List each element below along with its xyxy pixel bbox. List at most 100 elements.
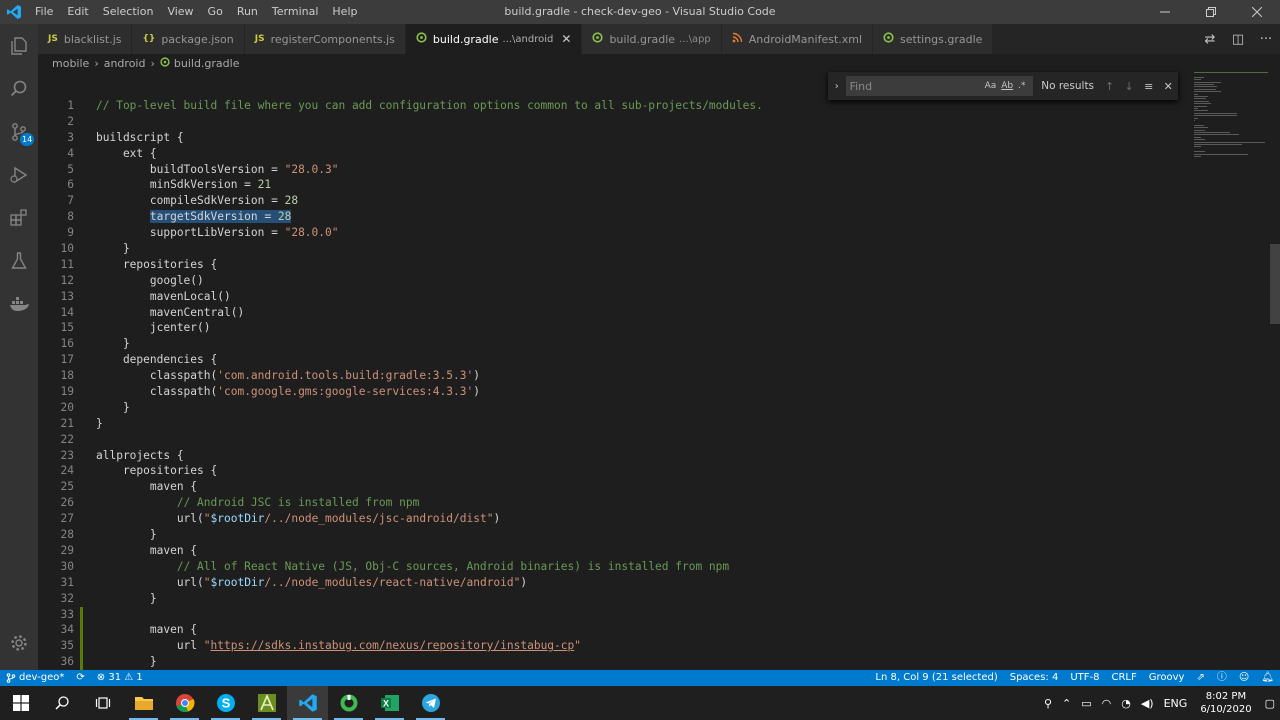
whole-word-toggle[interactable]: Ab <box>1001 81 1013 91</box>
open-changes-icon[interactable]: ⇄ <box>1196 32 1224 47</box>
code-line[interactable]: 14 mavenCentral() <box>38 305 1188 321</box>
volume-icon[interactable]: ◀) <box>1136 697 1159 710</box>
code-line[interactable]: 16 } <box>38 336 1188 352</box>
previous-match-arrow-up-icon[interactable]: ↑ <box>1100 80 1120 93</box>
find-in-selection-icon[interactable]: ≡ <box>1139 80 1159 93</box>
android-studio-icon[interactable] <box>246 686 287 720</box>
run-debug-icon[interactable] <box>0 153 38 196</box>
chrome-icon[interactable] <box>164 686 205 720</box>
code-line[interactable]: 3 buildscript { <box>38 130 1188 146</box>
code-line[interactable]: 35 url "https://sdks.instabug.com/nexus/… <box>38 638 1188 655</box>
next-match-arrow-down-icon[interactable]: ↓ <box>1119 80 1139 93</box>
code-line[interactable]: 12 google() <box>38 273 1188 289</box>
code-line[interactable]: 6 minSdkVersion = 21 <box>38 177 1188 193</box>
tab-build-gradle-android[interactable]: build.gradle ...\android ✕ <box>405 24 583 54</box>
clock[interactable]: 8:02 PM 6/10/2020 <box>1192 690 1259 716</box>
tab-package-json[interactable]: {} package.json <box>132 24 245 54</box>
regex-toggle[interactable]: .* <box>1018 81 1025 91</box>
breadcrumb-item-mobile[interactable]: mobile <box>52 57 89 70</box>
code-line[interactable]: 25 maven { <box>38 479 1188 495</box>
search-icon[interactable] <box>41 686 82 720</box>
code-line[interactable]: 32 } <box>38 591 1188 607</box>
find-input[interactable] <box>849 79 980 93</box>
code-line[interactable]: 17 dependencies { <box>38 352 1188 368</box>
minimize-button[interactable] <box>1142 0 1188 24</box>
indentation[interactable]: Spaces: 4 <box>1004 670 1065 686</box>
split-editor-icon[interactable]: ◫ <box>1224 32 1252 47</box>
network-icon[interactable]: ◠ <box>1097 697 1117 710</box>
breadcrumb-item-build-gradle[interactable]: build.gradle <box>174 57 240 70</box>
code-line[interactable]: 26 // Android JSC is installed from npm <box>38 495 1188 511</box>
sync-icon[interactable]: ⟳ <box>70 670 90 686</box>
breadcrumb-item-android[interactable]: android <box>104 57 146 70</box>
extensions-icon[interactable] <box>0 196 38 239</box>
code-line[interactable]: 11 repositories { <box>38 257 1188 273</box>
notifications-bell-icon[interactable]: 🔔︎ <box>1255 670 1280 686</box>
excel-icon[interactable]: X <box>369 686 410 720</box>
menu-edit[interactable]: Edit <box>60 0 95 24</box>
tab-androidmanifest-xml[interactable]: AndroidManifest.xml <box>721 24 874 54</box>
source-control-icon[interactable]: 14 <box>0 110 38 153</box>
code-line[interactable]: 20 } <box>38 400 1188 416</box>
tab-build-gradle-app[interactable]: build.gradle ...\app <box>582 24 722 54</box>
code-line[interactable]: 27 url("$rootDir/../node_modules/jsc-and… <box>38 511 1188 527</box>
chevron-up-icon[interactable]: ⌃ <box>1057 697 1076 710</box>
code-line[interactable]: 29 maven { <box>38 543 1188 559</box>
encoding[interactable]: UTF-8 <box>1064 670 1105 686</box>
live-share-icon[interactable]: ⇗ <box>1190 670 1210 686</box>
code-line[interactable]: 28 } <box>38 527 1188 543</box>
language-mode[interactable]: Groovy <box>1143 670 1191 686</box>
code-line[interactable]: 5 buildToolsVersion = "28.0.3" <box>38 162 1188 178</box>
menu-file[interactable]: File <box>28 0 60 24</box>
robo-3t-icon[interactable] <box>328 686 369 720</box>
code-line[interactable]: 10 } <box>38 241 1188 257</box>
scrollbar-thumb[interactable] <box>1270 244 1280 324</box>
vertical-scrollbar[interactable] <box>1270 72 1280 670</box>
code-line[interactable]: 30 // All of React Native (JS, Obj-C sou… <box>38 559 1188 575</box>
problems-indicator[interactable]: ⊗ 31 ⚠ 1 <box>91 670 149 686</box>
code-line[interactable]: 22 <box>38 432 1188 448</box>
menu-run[interactable]: Run <box>230 0 265 24</box>
chevron-right-icon[interactable]: › <box>828 81 846 92</box>
code-line[interactable]: 18 classpath('com.android.tools.build:gr… <box>38 368 1188 384</box>
code-editor[interactable]: 1 // Top-level build file where you can a… <box>38 72 1280 670</box>
tab-blacklist-js[interactable]: JS blacklist.js <box>38 24 133 54</box>
explorer-icon[interactable] <box>0 24 38 67</box>
code-line[interactable]: 31 url("$rootDir/../node_modules/react-n… <box>38 575 1188 591</box>
cursor-position[interactable]: Ln 8, Col 9 (21 selected) <box>869 670 1003 686</box>
menu-help[interactable]: Help <box>325 0 364 24</box>
code-line[interactable]: 24 repositories { <box>38 463 1188 479</box>
more-actions-icon[interactable]: ··· <box>1252 32 1280 47</box>
menu-terminal[interactable]: Terminal <box>265 0 326 24</box>
vscode-taskbar-icon[interactable] <box>287 686 328 720</box>
telegram-icon[interactable] <box>410 686 451 720</box>
close-window-button[interactable] <box>1234 0 1280 24</box>
code-line[interactable]: 13 mavenLocal() <box>38 289 1188 305</box>
docker-icon[interactable] <box>0 282 38 325</box>
code-line[interactable]: 19 classpath('com.google.gms:google-serv… <box>38 384 1188 400</box>
code-line[interactable]: 2 <box>38 114 1188 130</box>
code-line[interactable]: 23 allprojects { <box>38 448 1188 464</box>
skype-icon[interactable]: S <box>205 686 246 720</box>
people-icon[interactable]: ⚲ <box>1039 697 1057 710</box>
battery-icon[interactable]: ▭ <box>1076 697 1096 710</box>
gear-icon[interactable] <box>0 621 38 664</box>
code-line[interactable]: 8 targetSdkVersion = 28 <box>38 209 1188 225</box>
task-view-icon[interactable] <box>82 686 123 720</box>
code-line[interactable]: 34 maven { <box>38 622 1188 639</box>
close-icon[interactable]: ✕ <box>561 32 571 46</box>
search-icon[interactable] <box>0 67 38 110</box>
code-line[interactable]: 1 // Top-level build file where you can a… <box>38 98 1188 114</box>
code-line[interactable]: 4 ext { <box>38 146 1188 162</box>
code-line[interactable]: 9 supportLibVersion = "28.0.0" <box>38 225 1188 241</box>
tab-settings-gradle[interactable]: settings.gradle <box>873 24 994 54</box>
match-case-toggle[interactable]: Aa <box>985 81 997 91</box>
branch-indicator[interactable]: dev-geo* <box>0 670 70 686</box>
file-explorer-icon[interactable] <box>123 686 164 720</box>
code-line[interactable]: 33 <box>38 606 1188 623</box>
testing-flask-icon[interactable] <box>0 239 38 282</box>
input-language[interactable]: ENG <box>1159 697 1193 710</box>
info-icon[interactable]: ⓘ <box>1211 670 1233 686</box>
code-line[interactable]: 21} <box>38 416 1188 432</box>
minimap[interactable] <box>1190 72 1270 192</box>
